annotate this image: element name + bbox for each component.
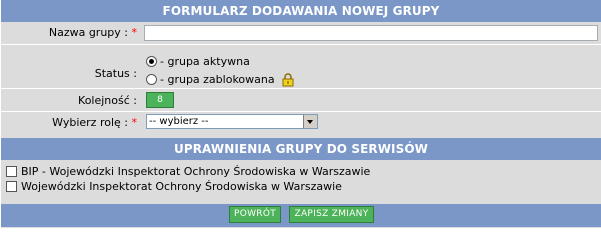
chevron-down-icon[interactable]: [303, 115, 317, 128]
permissions-title: UPRAWNIENIA GRUPY DO SERWISÓW: [1, 138, 601, 160]
lock-icon: [282, 73, 294, 87]
form-footer: POWRÓT ZAPISZ ZMIANY: [1, 204, 601, 227]
order-value[interactable]: 8: [146, 92, 174, 108]
role-select-value: -- wybierz --: [149, 116, 209, 127]
required-mark: *: [131, 26, 138, 39]
save-button[interactable]: ZAPISZ ZMIANY: [289, 206, 374, 223]
service-label: BIP - Wojewódzki Inspektorat Ochrony Śro…: [21, 165, 371, 178]
form-title: FORMULARZ DODAWANIA NOWEJ GRUPY: [1, 0, 601, 22]
back-button[interactable]: POWRÓT: [229, 206, 281, 223]
status-active-radio[interactable]: [146, 56, 157, 67]
name-row: Nazwa grupy : *: [1, 22, 601, 44]
group-name-input[interactable]: [144, 25, 598, 41]
role-label: Wybierz rolę : *: [52, 116, 138, 129]
service-label: Wojewódzki Inspektorat Ochrony Środowisk…: [21, 180, 342, 193]
role-select[interactable]: -- wybierz --: [146, 114, 318, 129]
service-row: Wojewódzki Inspektorat Ochrony Środowisk…: [1, 178, 601, 196]
order-label: Kolejność :: [78, 94, 137, 107]
group-form: FORMULARZ DODAWANIA NOWEJ GRUPY Nazwa gr…: [1, 0, 601, 228]
role-row: Wybierz rolę : * -- wybierz --: [1, 112, 601, 134]
status-active-label: - grupa aktywna: [160, 55, 250, 68]
order-row: Kolejność : 8: [1, 89, 601, 111]
service-checkbox[interactable]: [6, 181, 17, 192]
service-checkbox[interactable]: [6, 166, 17, 177]
status-blocked-radio[interactable]: [146, 74, 157, 85]
name-label: Nazwa grupy : *: [48, 26, 138, 39]
required-mark: *: [131, 116, 138, 129]
status-blocked-label: - grupa zablokowana: [160, 73, 275, 86]
status-row: Status : - grupa aktywna - grupa zabloko…: [1, 45, 601, 88]
status-label: Status :: [94, 67, 137, 80]
